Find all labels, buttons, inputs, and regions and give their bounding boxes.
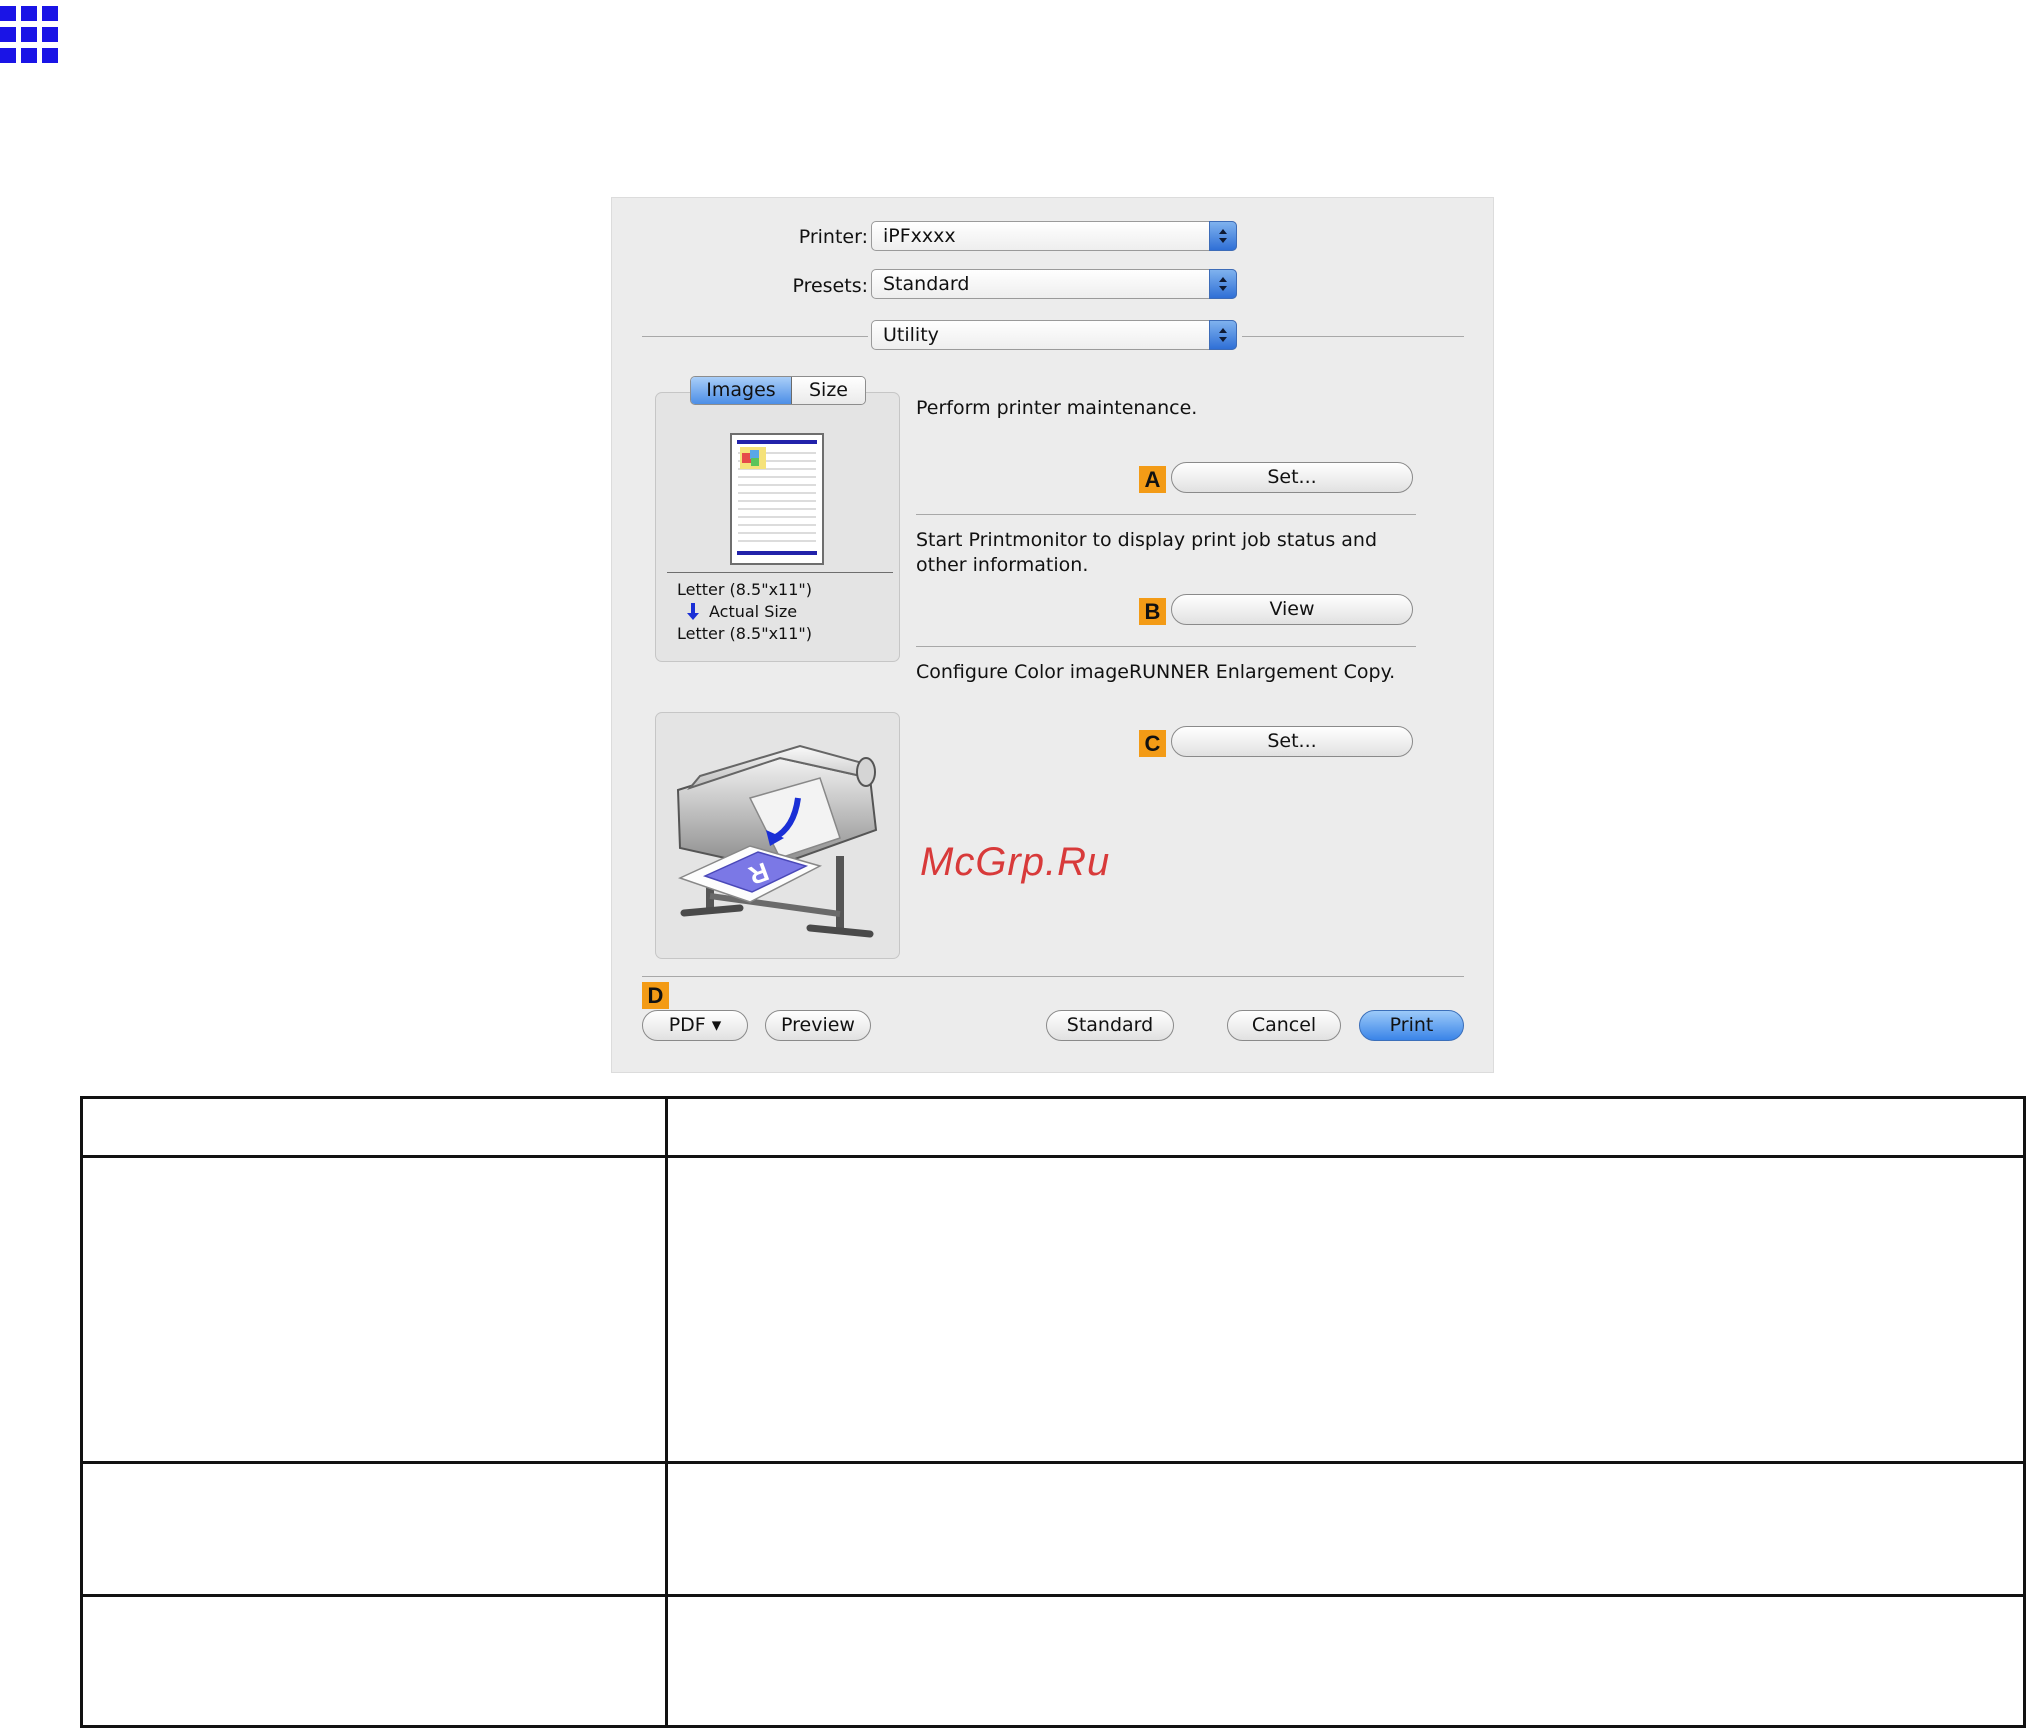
maintenance-set-button[interactable]: Set... [1171,462,1413,493]
tab-images[interactable]: Images [691,377,792,404]
divider [642,336,868,337]
presets-popup[interactable]: Standard [871,269,1237,299]
printer-label: Printer: [798,226,868,248]
popup-stepper-icon [1209,269,1237,299]
table-cell [80,1096,668,1158]
maintenance-description: Perform printer maintenance. [916,397,1198,419]
divider [1242,336,1464,337]
divider [667,572,893,573]
printer-illustration-icon: R [676,744,878,938]
paper-size-output: Letter (8.5"x11") [677,624,813,643]
presets-label: Presets: [792,275,868,297]
preview-button[interactable]: Preview [765,1010,871,1041]
popup-stepper-icon [1209,320,1237,350]
page-thumbnail-icon [730,433,824,565]
preview-tabs: Images Size [690,376,866,405]
presets-value: Standard [883,273,970,295]
printer-popup[interactable]: iPFxxxx [871,221,1237,251]
table-header-row [80,1096,2026,1158]
table-cell [665,1155,2026,1464]
paper-size-original: Letter (8.5"x11") [677,580,813,599]
table-cell [665,1096,2026,1158]
callout-badge-b: B [1139,598,1166,625]
printer-value: iPFxxxx [883,225,956,247]
grid-logo-icon [0,6,58,64]
table-cell [665,1594,2026,1728]
tab-size[interactable]: Size [792,377,865,404]
cancel-button[interactable]: Cancel [1227,1010,1341,1041]
table-row [80,1155,2026,1464]
callout-badge-d: D [642,982,669,1009]
popup-stepper-icon [1209,221,1237,251]
printmonitor-description: Start Printmonitor to display print job … [916,529,1378,576]
table-cell [80,1594,668,1728]
pane-value: Utility [883,324,939,346]
print-dialog: Printer: iPFxxxx Presets: Standard Utili… [611,197,1494,1073]
standard-button[interactable]: Standard [1046,1010,1174,1041]
pane-popup[interactable]: Utility [871,320,1237,350]
settings-table [80,1096,2026,1728]
callout-badge-c: C [1139,730,1166,757]
watermark: McGrp.Ru [920,840,1111,884]
table-row [80,1594,2026,1728]
table-row [80,1461,2026,1597]
printmonitor-view-button[interactable]: View [1171,594,1413,625]
enlargement-copy-set-button[interactable]: Set... [1171,726,1413,757]
down-arrow-icon [687,603,699,620]
print-button[interactable]: Print [1359,1010,1464,1041]
table-cell [665,1461,2026,1597]
table-cell [80,1461,668,1597]
callout-badge-a: A [1139,466,1166,493]
divider [916,514,1416,515]
table-cell [80,1155,668,1464]
pdf-menu-button[interactable]: PDF ▾ [642,1010,748,1041]
divider [642,976,1464,977]
enlargement-copy-description: Configure Color imageRUNNER Enlargement … [916,661,1396,683]
scaling-label: Actual Size [709,602,798,621]
divider [916,646,1416,647]
